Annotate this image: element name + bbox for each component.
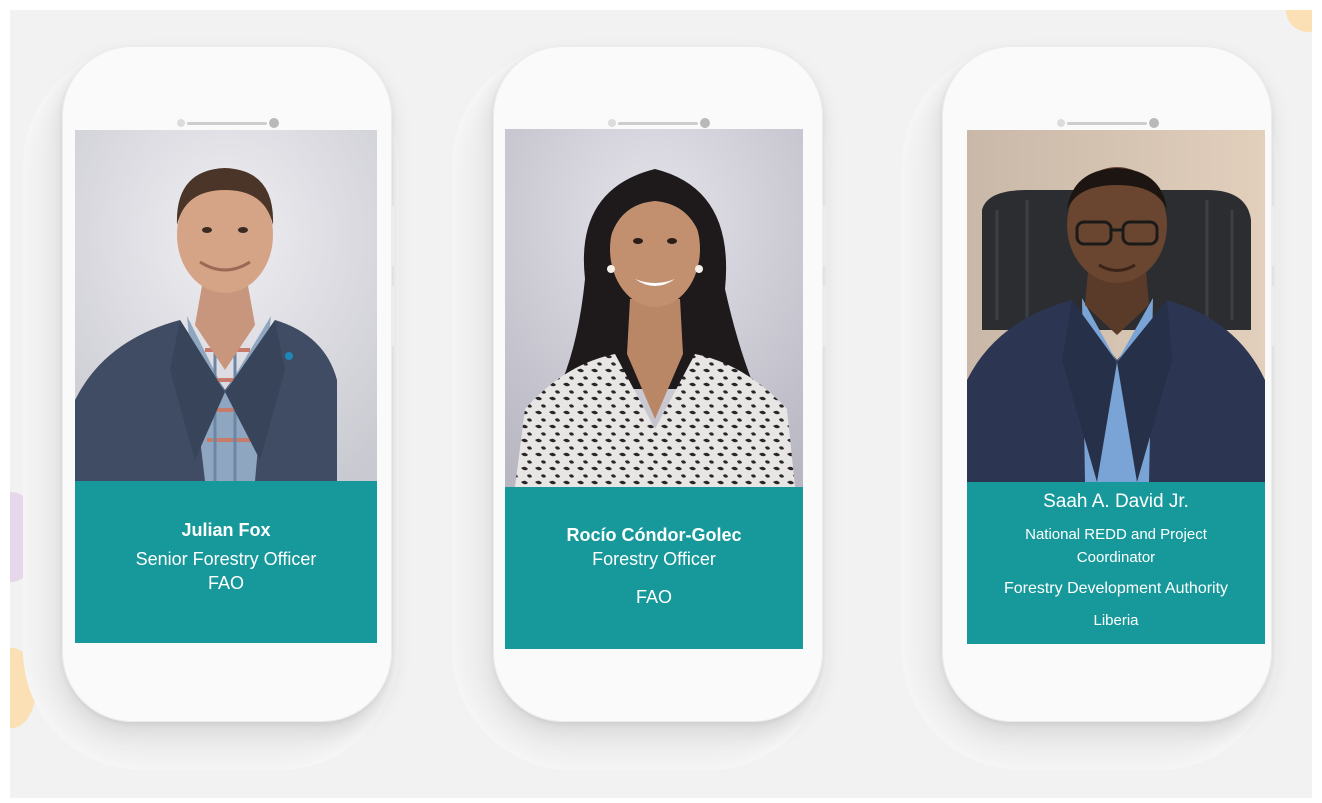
profile-organization: FAO	[207, 573, 244, 593]
portrait-photo	[967, 130, 1265, 482]
phone-side-button	[391, 206, 395, 266]
profile-title-line-2: Coordinator	[1076, 549, 1156, 566]
profile-card-julian-fox: Julian Fox Senior Forestry Officer FAO	[62, 46, 395, 722]
phone-screen: Saah A. David Jr. National REDD and Proj…	[967, 130, 1265, 644]
phone-side-button	[822, 206, 826, 266]
portrait-image	[967, 130, 1265, 482]
slide-canvas: Julian Fox Senior Forestry Officer FAO R…	[10, 10, 1312, 798]
profile-country: Liberia	[1093, 612, 1139, 629]
phone-screen: Rocío Cóndor-Golec Forestry Officer FAO	[505, 129, 803, 649]
profile-card-saah-a-david-jr: Saah A. David Jr. National REDD and Proj…	[942, 46, 1275, 722]
profile-organization: Forestry Development Authority	[1003, 580, 1229, 597]
profile-organization: FAO	[635, 587, 672, 607]
profile-name: Saah A. David Jr.	[1043, 491, 1189, 512]
phone-screen: Julian Fox Senior Forestry Officer FAO	[75, 130, 377, 643]
profile-card-rocio-condor-golec: Rocío Cóndor-Golec Forestry Officer FAO	[493, 46, 826, 722]
portrait-image	[75, 130, 377, 481]
profile-caption: Saah A. David Jr. National REDD and Proj…	[967, 482, 1265, 644]
decorative-corner-blob	[1286, 10, 1312, 32]
phone-sensor-dot	[1057, 119, 1065, 127]
phone-side-button	[822, 286, 826, 346]
phone-sensor-dot	[177, 119, 185, 127]
profile-caption: Julian Fox Senior Forestry Officer FAO	[75, 481, 377, 643]
phone-side-button	[391, 286, 395, 346]
phone-camera-dot	[269, 118, 279, 128]
phone-side-button	[1271, 206, 1275, 266]
portrait-photo	[75, 130, 377, 481]
phone-side-button	[1271, 286, 1275, 346]
profile-title: Forestry Officer	[592, 549, 716, 569]
profile-name: Julian Fox	[181, 520, 271, 540]
profile-name: Rocío Cóndor-Golec	[566, 525, 742, 545]
phone-speaker	[1067, 122, 1147, 125]
profile-caption: Rocío Cóndor-Golec Forestry Officer FAO	[505, 487, 803, 649]
portrait-photo	[505, 129, 803, 487]
phone-sensor-dot	[608, 119, 616, 127]
phone-speaker	[187, 122, 267, 125]
profile-title-line-1: National REDD and Project	[1025, 526, 1207, 543]
phone-speaker	[618, 122, 698, 125]
phone-camera-dot	[1149, 118, 1159, 128]
profile-title: Senior Forestry Officer	[135, 549, 317, 569]
portrait-image	[505, 129, 803, 487]
phone-camera-dot	[700, 118, 710, 128]
